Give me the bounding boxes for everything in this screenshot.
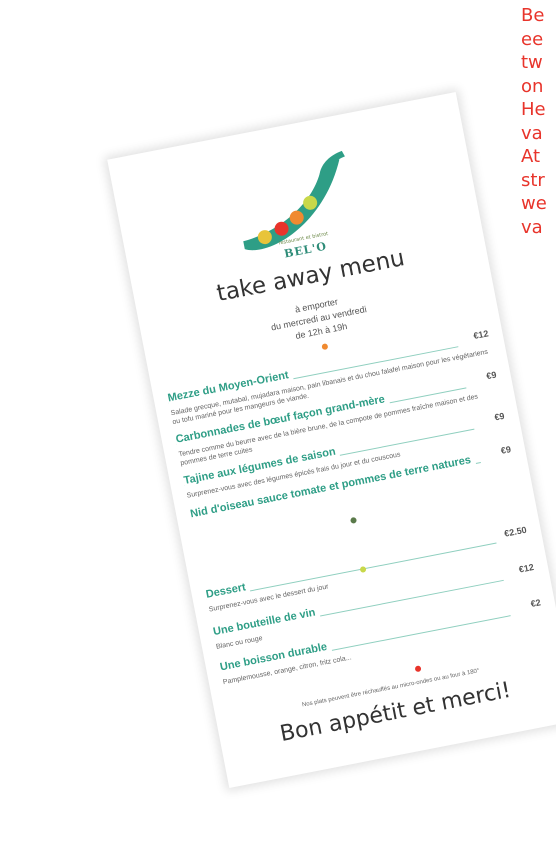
item-price: €9 (485, 369, 498, 382)
side-text-line: At (521, 146, 541, 167)
side-text-line: ee (521, 28, 544, 50)
side-text-line: tw (521, 52, 543, 73)
item-price: €12 (518, 561, 535, 575)
side-text-line: va (521, 216, 543, 238)
item-price: €2 (529, 597, 542, 610)
side-text-line: str (521, 169, 545, 191)
side-text-line: on (521, 75, 544, 97)
side-text-line: He (521, 99, 546, 120)
decorative-dot-icon (414, 665, 422, 673)
item-price: €2.50 (503, 524, 528, 539)
side-text-line: we (521, 193, 547, 214)
side-text-line: Be (521, 5, 545, 26)
item-price: €9 (500, 444, 512, 456)
menu-sheet: restaurant et bistrot BEL'O take away me… (107, 92, 556, 788)
side-text-column: Be ee tw on He va At str we va (521, 4, 556, 239)
side-text-line: va (521, 122, 543, 144)
decorative-dot-icon (350, 516, 358, 524)
item-price: €9 (493, 410, 506, 423)
decorative-dot-icon (321, 343, 329, 351)
item-price: €12 (472, 328, 490, 341)
